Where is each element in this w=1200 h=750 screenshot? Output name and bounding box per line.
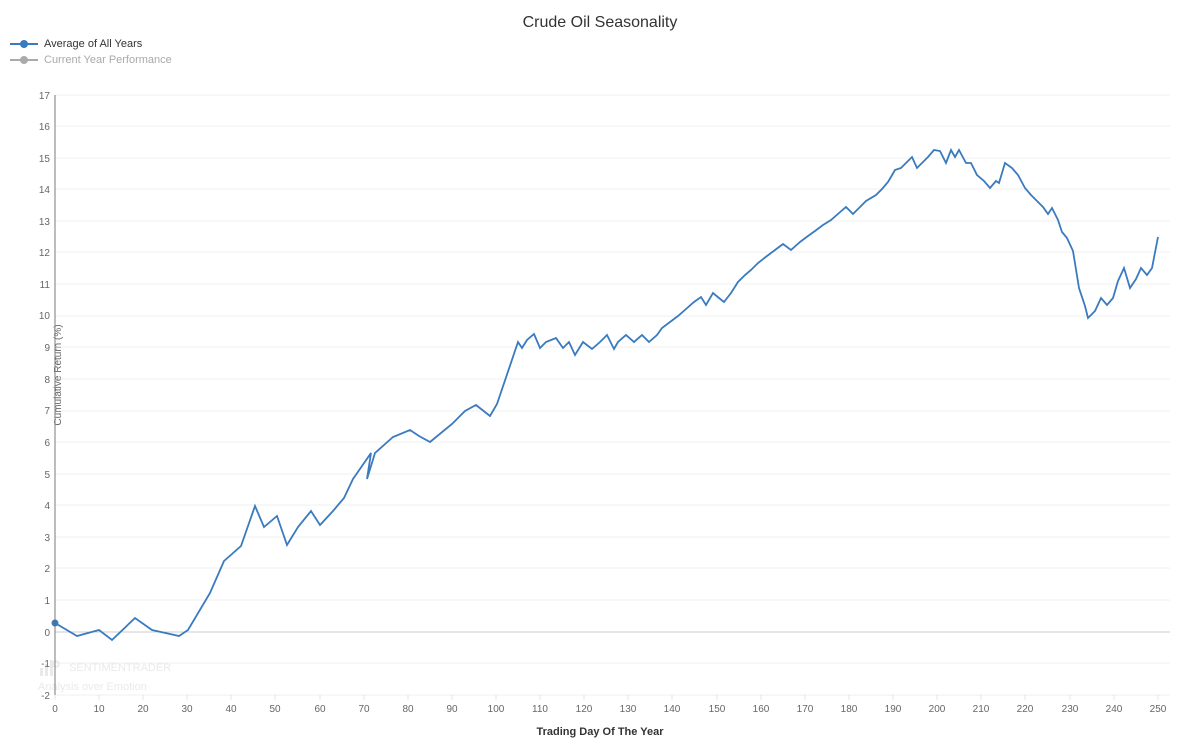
svg-text:200: 200 <box>929 704 946 715</box>
svg-text:-2: -2 <box>41 691 50 702</box>
svg-text:230: 230 <box>1062 704 1079 715</box>
main-chart: 17 16 15 14 13 12 11 10 9 8 7 6 5 4 3 2 … <box>0 0 1200 750</box>
svg-text:2: 2 <box>44 564 50 575</box>
svg-text:110: 110 <box>532 704 548 715</box>
svg-text:7: 7 <box>44 406 50 417</box>
svg-text:0: 0 <box>44 628 50 639</box>
grid-lines <box>55 95 1170 695</box>
svg-text:170: 170 <box>797 704 814 715</box>
svg-text:16: 16 <box>39 122 51 133</box>
svg-text:13: 13 <box>39 217 51 228</box>
svg-text:220: 220 <box>1017 704 1034 715</box>
svg-text:14: 14 <box>39 185 51 196</box>
svg-text:40: 40 <box>225 704 237 715</box>
x-tick-marks <box>55 695 1158 700</box>
svg-text:190: 190 <box>885 704 902 715</box>
svg-text:120: 120 <box>576 704 593 715</box>
svg-text:17: 17 <box>39 91 51 102</box>
svg-text:50: 50 <box>269 704 281 715</box>
svg-text:1: 1 <box>44 596 50 607</box>
svg-text:150: 150 <box>709 704 726 715</box>
svg-text:6: 6 <box>44 438 50 449</box>
svg-text:60: 60 <box>314 704 326 715</box>
svg-text:5: 5 <box>44 470 50 481</box>
svg-text:100: 100 <box>488 704 505 715</box>
svg-text:10: 10 <box>39 311 51 322</box>
svg-text:20: 20 <box>137 704 149 715</box>
svg-text:30: 30 <box>181 704 193 715</box>
svg-text:250: 250 <box>1150 704 1167 715</box>
svg-text:140: 140 <box>664 704 681 715</box>
svg-text:210: 210 <box>973 704 990 715</box>
svg-text:130: 130 <box>620 704 637 715</box>
x-axis-ticks: 0 10 20 30 40 50 60 70 80 90 100 110 120… <box>52 704 1167 715</box>
svg-text:160: 160 <box>753 704 770 715</box>
svg-text:12: 12 <box>39 248 51 259</box>
svg-text:4: 4 <box>44 501 50 512</box>
average-line <box>55 150 1158 640</box>
chart-container: Crude Oil Seasonality Average of All Yea… <box>0 0 1200 750</box>
svg-text:70: 70 <box>358 704 370 715</box>
svg-text:90: 90 <box>446 704 458 715</box>
svg-text:11: 11 <box>40 280 51 291</box>
svg-text:15: 15 <box>39 154 51 165</box>
svg-text:0: 0 <box>52 704 58 715</box>
svg-text:9: 9 <box>44 343 50 354</box>
svg-text:8: 8 <box>44 375 50 386</box>
svg-text:240: 240 <box>1106 704 1123 715</box>
svg-text:80: 80 <box>402 704 414 715</box>
svg-text:180: 180 <box>841 704 858 715</box>
svg-text:10: 10 <box>93 704 105 715</box>
svg-text:3: 3 <box>44 533 50 544</box>
svg-text:-1: -1 <box>41 659 50 670</box>
y-axis-ticks: 17 16 15 14 13 12 11 10 9 8 7 6 5 4 3 2 … <box>39 91 51 702</box>
